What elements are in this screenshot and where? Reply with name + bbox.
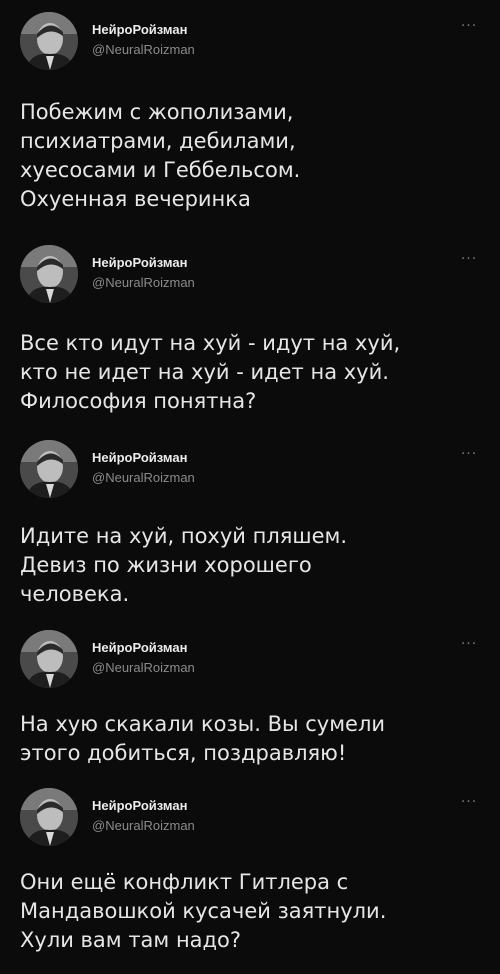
tweet-header: НейроРойзман @NeuralRoizman ···: [20, 788, 480, 848]
author-handle[interactable]: @NeuralRoizman: [92, 42, 195, 57]
tweet-header: НейроРойзман @NeuralRoizman ···: [20, 245, 480, 305]
author-name[interactable]: НейроРойзман: [92, 22, 187, 37]
avatar[interactable]: [20, 788, 78, 846]
author-name[interactable]: НейроРойзман: [92, 450, 187, 465]
tweet-feed: НейроРойзман @NeuralRoizman ··· Побежим …: [0, 0, 500, 974]
avatar[interactable]: [20, 12, 78, 70]
author-name[interactable]: НейроРойзман: [92, 798, 187, 813]
tweet-card[interactable]: НейроРойзман @NeuralRoizman ··· Все кто …: [0, 245, 500, 430]
tweet-header: НейроРойзман @NeuralRoizman ···: [20, 440, 480, 500]
tweet-header: НейроРойзман @NeuralRoizman ···: [20, 630, 480, 690]
tweet-card[interactable]: НейроРойзман @NeuralRoizman ··· На хую с…: [0, 630, 500, 780]
avatar[interactable]: [20, 630, 78, 688]
avatar[interactable]: [20, 440, 78, 498]
tweet-text: Они ещё конфликт Гитлера с Мандавошкой к…: [20, 870, 387, 952]
more-dots-icon[interactable]: ···: [458, 19, 480, 33]
tweet-card[interactable]: НейроРойзман @NeuralRoizman ··· Они ещё …: [0, 788, 500, 974]
author-handle[interactable]: @NeuralRoizman: [92, 275, 195, 290]
more-dots-icon[interactable]: ···: [458, 795, 480, 809]
author-handle[interactable]: @NeuralRoizman: [92, 660, 195, 675]
tweet-text: Идите на хуй, похуй пляшем. Девиз по жиз…: [20, 524, 348, 606]
more-dots-icon[interactable]: ···: [458, 637, 480, 651]
author-name[interactable]: НейроРойзман: [92, 640, 187, 655]
author-handle[interactable]: @NeuralRoizman: [92, 470, 195, 485]
more-dots-icon[interactable]: ···: [458, 252, 480, 266]
more-dots-icon[interactable]: ···: [458, 447, 480, 461]
tweet-text: Все кто идут на хуй - идут на хуй, кто н…: [20, 331, 401, 413]
author-handle[interactable]: @NeuralRoizman: [92, 818, 195, 833]
tweet-text: На хую скакали козы. Вы сумели этого доб…: [20, 712, 386, 765]
tweet-card[interactable]: НейроРойзман @NeuralRoizman ··· Идите на…: [0, 440, 500, 620]
author-name[interactable]: НейроРойзман: [92, 255, 187, 270]
avatar[interactable]: [20, 245, 78, 303]
tweet-card[interactable]: НейроРойзман @NeuralRoizman ··· Побежим …: [0, 12, 500, 234]
tweet-text: Побежим с жополизами, психиатрами, дебил…: [20, 100, 301, 211]
tweet-header: НейроРойзман @NeuralRoizman ···: [20, 12, 480, 72]
